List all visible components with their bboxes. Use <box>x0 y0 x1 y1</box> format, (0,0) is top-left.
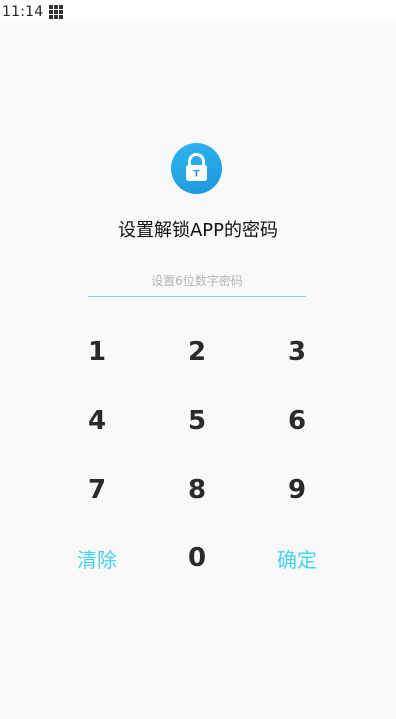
key-4[interactable]: 4 <box>57 398 137 444</box>
lock-icon-letter: T <box>193 170 200 180</box>
key-2[interactable]: 2 <box>157 329 237 375</box>
key-1[interactable]: 1 <box>57 329 137 375</box>
confirm-button[interactable]: 确定 <box>257 535 337 581</box>
key-9[interactable]: 9 <box>257 467 337 513</box>
page-title: 设置解锁APP的密码 <box>117 220 279 241</box>
app-grid-icon <box>49 4 64 19</box>
key-0[interactable]: 0 <box>157 535 237 581</box>
key-5[interactable]: 5 <box>157 398 237 444</box>
clear-button[interactable]: 清除 <box>57 535 137 581</box>
key-6[interactable]: 6 <box>257 398 337 444</box>
key-8[interactable]: 8 <box>157 467 237 513</box>
key-7[interactable]: 7 <box>57 467 137 513</box>
status-bar: 11:14 <box>0 0 396 23</box>
lock-icon: T <box>171 143 222 194</box>
pin-input[interactable] <box>88 266 306 297</box>
lock-setup-screen: 11:14 T 设置解锁APP的密码 1 2 3 4 5 6 7 8 9 清除 … <box>0 0 396 719</box>
key-3[interactable]: 3 <box>257 329 337 375</box>
status-time: 11:14 <box>2 3 44 20</box>
